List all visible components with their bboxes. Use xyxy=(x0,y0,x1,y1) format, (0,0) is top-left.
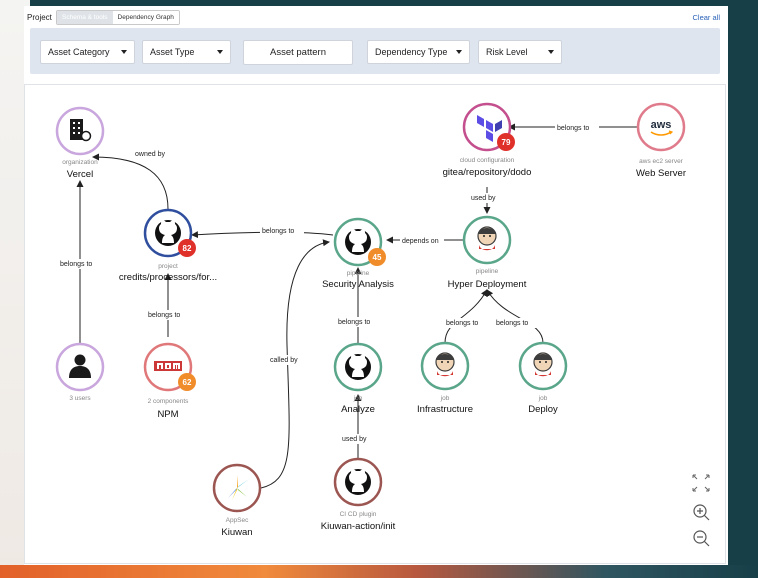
node-infrastructure[interactable]: job Infrastructure xyxy=(417,341,473,415)
github-icon xyxy=(345,229,371,255)
edge-label-used-by-plugin: used by xyxy=(342,436,367,443)
risk-score: 82 xyxy=(183,244,192,253)
node-type: job xyxy=(440,395,450,402)
chevron-down-icon xyxy=(217,50,223,54)
graph-canvas[interactable]: owned by belongs to belongs to belongs t… xyxy=(24,84,726,564)
edge-owned-by xyxy=(92,153,169,210)
node-type: aws ec2 server xyxy=(639,158,684,165)
tab-schema-tools[interactable]: Schema & tools xyxy=(57,11,113,24)
node-type: project xyxy=(158,263,178,270)
node-type: cloud configuration xyxy=(460,157,515,164)
node-name: Kiuwan xyxy=(221,527,252,538)
risk-score: 79 xyxy=(502,138,511,147)
fit-to-screen-icon[interactable] xyxy=(692,474,710,492)
node-kiuwan-appsec[interactable]: AppSec Kiuwan xyxy=(212,463,262,538)
aws-logo-text: aws xyxy=(651,119,672,131)
node-deploy[interactable]: job Deploy xyxy=(518,341,568,415)
asset-category-label: Asset Category xyxy=(48,47,110,57)
edge-label-called-by: called by xyxy=(270,357,298,364)
node-analyze[interactable]: job Analyze xyxy=(333,342,383,415)
edge-label-analyze-belongs-to: belongs to xyxy=(338,319,370,326)
github-icon xyxy=(345,354,371,380)
filter-bar: Asset Category Asset Type Dependency Typ… xyxy=(30,28,720,74)
node-name: credits/processors/for... xyxy=(119,272,217,283)
edge-label-infra-belongs-to: belongs to xyxy=(446,320,478,327)
bottom-accent-band xyxy=(0,565,758,578)
chevron-down-icon xyxy=(456,50,462,54)
clear-all-link[interactable]: Clear all xyxy=(692,13,720,22)
asset-pattern-input[interactable] xyxy=(243,40,353,65)
node-vercel[interactable]: organization Vercel xyxy=(55,106,105,180)
node-type: organization xyxy=(62,159,98,166)
node-name: Security Analysis xyxy=(322,279,394,290)
topbar: Project Schema & tools Dependency Graph … xyxy=(24,6,728,28)
zoom-out-icon[interactable] xyxy=(693,530,710,547)
edge-label-used-by-gitea: used by xyxy=(471,195,496,202)
node-name: Web Server xyxy=(636,168,686,179)
edges xyxy=(76,123,637,489)
risk-score: 62 xyxy=(183,378,192,387)
node-users[interactable]: 3 users xyxy=(55,342,105,402)
node-type: pipeline xyxy=(476,268,499,275)
github-icon xyxy=(345,469,371,495)
edge-label-aws-belongs-to: belongs to xyxy=(557,125,589,132)
node-security-analysis[interactable]: 45 pipeline Security Analysis xyxy=(322,217,394,290)
risk-level-dropdown[interactable]: Risk Level xyxy=(478,40,562,64)
chevron-down-icon xyxy=(548,50,554,54)
edge-label-sa-belongs-to: belongs to xyxy=(262,228,294,235)
node-type: 2 components xyxy=(148,398,190,405)
node-hyper-deployment[interactable]: pipeline Hyper Deployment xyxy=(448,215,527,290)
node-type: job xyxy=(353,395,363,402)
edge-label-npm-belongs-to: belongs to xyxy=(148,312,180,319)
node-type: CI CD plugin xyxy=(340,511,377,518)
dependency-type-label: Dependency Type xyxy=(375,47,448,57)
node-name: Deploy xyxy=(528,404,558,415)
dependency-graph-window: Project Schema & tools Dependency Graph … xyxy=(24,6,728,565)
tab-dependency-graph[interactable]: Dependency Graph xyxy=(112,11,179,24)
view-tabs: Schema & tools Dependency Graph xyxy=(56,10,180,25)
edge-label-owned-by: owned by xyxy=(135,151,165,158)
zoom-in-icon[interactable] xyxy=(693,504,710,521)
asset-category-dropdown[interactable]: Asset Category xyxy=(40,40,135,64)
chevron-down-icon xyxy=(121,50,127,54)
node-type: 3 users xyxy=(69,395,91,402)
node-type: AppSec xyxy=(226,517,250,524)
edge-label-deploy-belongs-to: belongs to xyxy=(496,320,528,327)
node-web-server[interactable]: aws aws ec2 server Web Server xyxy=(636,102,686,179)
asset-type-label: Asset Type xyxy=(150,47,195,57)
node-name: Hyper Deployment xyxy=(448,279,527,290)
edge-label-users-belongs-to: belongs to xyxy=(60,261,92,268)
github-icon xyxy=(155,220,181,246)
node-name: Infrastructure xyxy=(417,404,473,415)
node-kiuwan-action[interactable]: CI CD plugin Kiuwan-action/init xyxy=(321,457,396,532)
node-type: pipeline xyxy=(347,270,370,277)
asset-type-dropdown[interactable]: Asset Type xyxy=(142,40,231,64)
dependency-type-dropdown[interactable]: Dependency Type xyxy=(367,40,470,64)
node-gitea[interactable]: 79 cloud configuration gitea/repository/… xyxy=(443,102,532,178)
project-label: Project xyxy=(27,13,52,22)
node-type: job xyxy=(538,395,548,402)
edge-infra-belongs-to xyxy=(444,289,488,344)
risk-level-label: Risk Level xyxy=(486,47,528,57)
edge-deploy-belongs-to xyxy=(486,289,544,344)
node-name: Kiuwan-action/init xyxy=(321,521,396,532)
dependency-graph: owned by belongs to belongs to belongs t… xyxy=(55,102,710,547)
npm-icon xyxy=(154,361,182,371)
node-npm[interactable]: 62 2 components NPM xyxy=(143,342,196,420)
node-name: gitea/repository/dodo xyxy=(443,167,532,178)
edge-label-depends-on: depends on xyxy=(402,238,439,245)
node-name: Analyze xyxy=(341,404,375,415)
node-credits-processors[interactable]: 82 project credits/processors/for... xyxy=(119,208,217,283)
node-name: Vercel xyxy=(67,169,93,180)
risk-score: 45 xyxy=(373,253,382,262)
node-name: NPM xyxy=(157,409,178,420)
